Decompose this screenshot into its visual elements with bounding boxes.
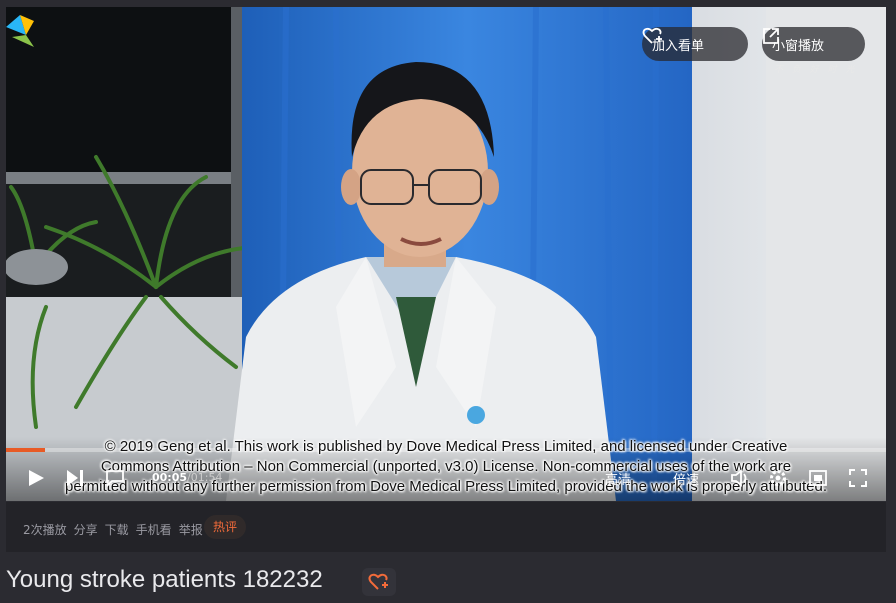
- web-fullscreen-icon[interactable]: [808, 468, 828, 488]
- video-title: Young stroke patients 182232: [6, 566, 323, 593]
- volume-icon[interactable]: [730, 468, 752, 488]
- popout-icon: [763, 28, 779, 44]
- speed-button[interactable]: 倍速: [673, 469, 699, 488]
- video-info-bar: 2次播放 分享 下载 手机看 举报 热评: [6, 502, 886, 552]
- time-current: 00:05: [152, 471, 188, 484]
- time-display: 00:05/01:54: [152, 471, 222, 484]
- caption-line: © 2019 Geng et al. This work is publishe…: [104, 438, 788, 455]
- danmaku-icon[interactable]: [104, 468, 126, 488]
- caption-line: permitted without any further permission…: [65, 478, 827, 495]
- download-link[interactable]: 下载: [105, 521, 129, 538]
- play-icon[interactable]: [26, 468, 46, 488]
- play-count: 2次播放: [23, 523, 67, 537]
- heart-plus-icon: [642, 27, 662, 44]
- settings-gear-icon[interactable]: [768, 468, 788, 488]
- add-watchlist-button[interactable]: 加入看单: [642, 27, 748, 61]
- favorite-button[interactable]: [362, 568, 396, 596]
- brand-logo: [6, 15, 34, 47]
- next-icon[interactable]: [65, 468, 85, 488]
- mini-window-button[interactable]: 小窗播放: [762, 27, 865, 61]
- share-link[interactable]: 分享: [74, 521, 98, 538]
- time-total: 01:54: [190, 471, 223, 484]
- fullscreen-icon[interactable]: [848, 468, 868, 488]
- caption-line: Commons Attribution – Non Commercial (un…: [100, 458, 792, 475]
- action-links: 2次播放 分享 下载 手机看 举报: [23, 521, 210, 538]
- subtitle-caption: © 2019 Geng et al. This work is publishe…: [6, 437, 886, 497]
- video-frame[interactable]: 加入看单 小窗播放 不 负 好 时 光 © 2019 Geng et al. T…: [6, 7, 886, 501]
- report-link[interactable]: 举报: [179, 521, 203, 538]
- brand-slogan: 不 负 好 时 光: [774, 65, 858, 75]
- quality-button[interactable]: 高清: [605, 469, 631, 488]
- video-player[interactable]: 加入看单 小窗播放 不 负 好 时 光 © 2019 Geng et al. T…: [6, 7, 886, 501]
- hot-comments-button[interactable]: 热评: [204, 515, 247, 539]
- mobile-watch-link[interactable]: 手机看: [136, 521, 172, 538]
- video-scene: [6, 7, 886, 501]
- heart-plus-icon: [368, 573, 388, 590]
